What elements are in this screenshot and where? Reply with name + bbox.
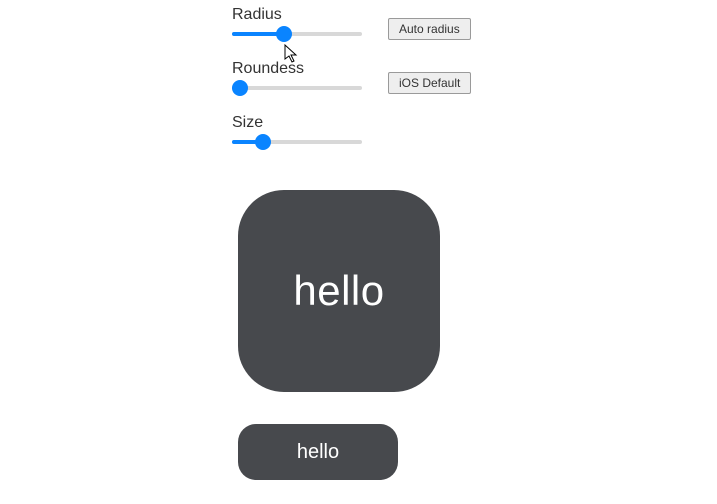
preview-small-text: hello bbox=[297, 441, 339, 464]
page-root: Radius Auto radius Roundess iOS Default bbox=[0, 0, 717, 504]
size-slider-thumb[interactable] bbox=[255, 134, 271, 150]
radius-slider[interactable] bbox=[232, 26, 362, 42]
radius-label: Radius bbox=[232, 6, 372, 24]
size-label: Size bbox=[232, 114, 372, 132]
size-row: Size bbox=[232, 114, 492, 150]
roundess-label: Roundess bbox=[232, 60, 372, 78]
roundess-slider[interactable] bbox=[232, 80, 362, 96]
roundess-row: Roundess iOS Default bbox=[232, 60, 492, 96]
ios-default-button[interactable]: iOS Default bbox=[388, 72, 471, 94]
radius-row: Radius Auto radius bbox=[232, 6, 492, 42]
preview-squircle-large: hello bbox=[238, 190, 440, 392]
preview-squircle-small: hello bbox=[238, 424, 398, 480]
radius-slider-thumb[interactable] bbox=[276, 26, 292, 42]
roundess-slider-thumb[interactable] bbox=[232, 80, 248, 96]
preview-large-text: hello bbox=[293, 267, 384, 315]
size-slider[interactable] bbox=[232, 134, 362, 150]
auto-radius-button[interactable]: Auto radius bbox=[388, 18, 471, 40]
controls-panel: Radius Auto radius Roundess iOS Default bbox=[232, 6, 492, 168]
preview-area: hello hello bbox=[232, 190, 492, 480]
